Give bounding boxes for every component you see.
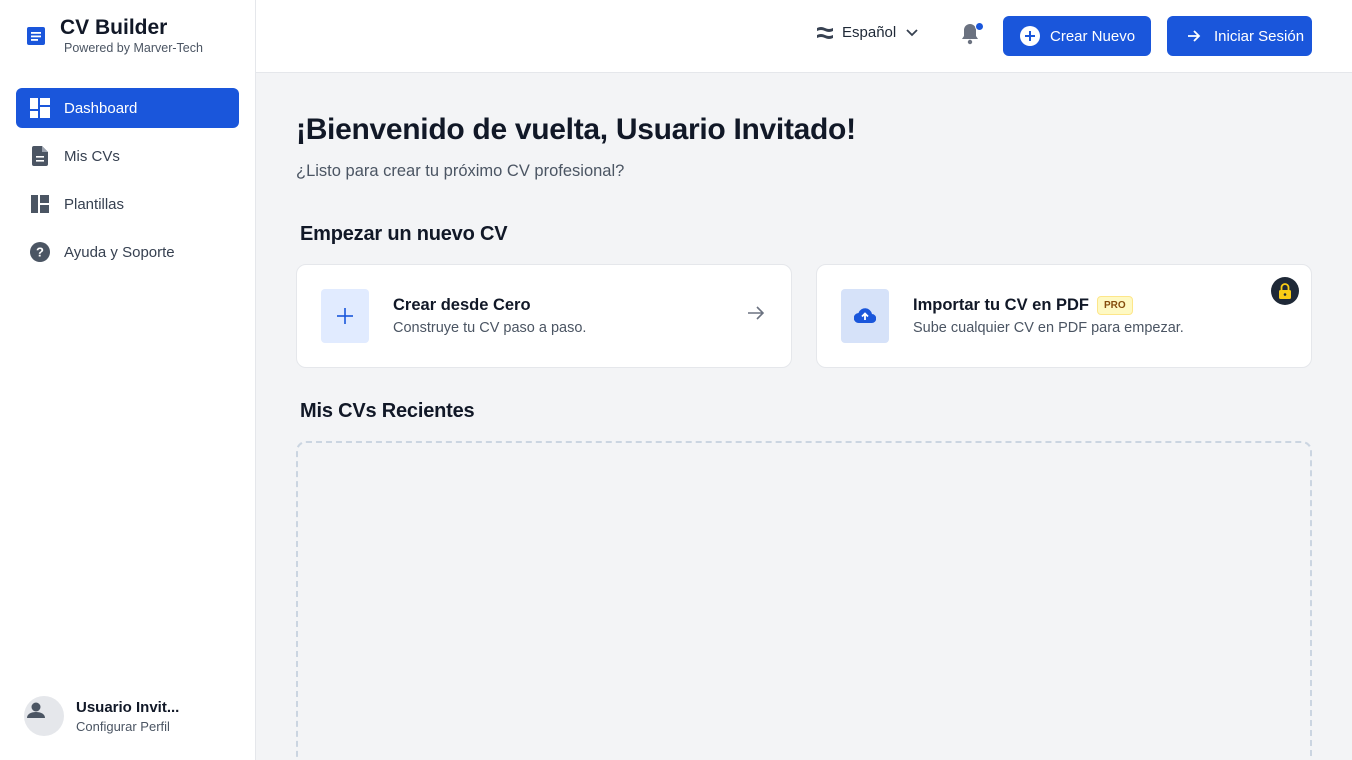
recent-cvs-empty-area — [296, 441, 1312, 760]
arrow-right-icon — [1184, 26, 1204, 46]
sidebar: CV Builder Powered by Marver-Tech Dashbo… — [0, 0, 256, 760]
flag-icon — [816, 26, 834, 40]
login-label: Iniciar Sesión — [1214, 27, 1305, 45]
avatar — [24, 696, 64, 736]
sidebar-item-mis-cvs[interactable]: Mis CVs — [16, 136, 239, 176]
chevron-down-icon — [906, 24, 918, 41]
card-description: Sube cualquier CV en PDF para empezar. — [913, 320, 1184, 336]
card-title: Importar tu CV en PDF — [913, 296, 1090, 314]
sidebar-item-label: Mis CVs — [64, 147, 120, 165]
sidebar-item-ayuda[interactable]: ? Ayuda y Soporte — [16, 232, 239, 272]
notification-dot — [975, 22, 984, 31]
language-selector[interactable]: Español — [816, 24, 918, 41]
pro-badge: PRO — [1097, 296, 1133, 315]
plus-circle-icon — [1020, 26, 1040, 46]
document-logo-icon — [24, 24, 48, 48]
create-from-scratch-card[interactable]: Crear desde Cero Construye tu CV paso a … — [296, 264, 792, 368]
sidebar-item-plantillas[interactable]: Plantillas — [16, 184, 239, 224]
card-title: Crear desde Cero — [393, 296, 531, 314]
configure-profile-link[interactable]: Configurar Perfil — [76, 719, 180, 734]
help-circle-icon: ? — [28, 240, 52, 264]
start-section-title: Empezar un nuevo CV — [300, 223, 508, 245]
language-label: Español — [842, 24, 897, 41]
recent-section-title: Mis CVs Recientes — [300, 400, 475, 422]
layout-template-icon — [28, 192, 52, 216]
dashboard-grid-icon — [28, 96, 52, 120]
create-new-button[interactable]: Crear Nuevo — [1003, 16, 1151, 56]
sidebar-item-dashboard[interactable]: Dashboard — [16, 88, 239, 128]
top-header: Español Crear Nuevo Iniciar Sesión — [256, 0, 1352, 73]
cloud-upload-icon — [841, 289, 889, 343]
sidebar-item-label: Plantillas — [64, 195, 125, 213]
main-content: ¡Bienvenido de vuelta, Usuario Invitado!… — [256, 73, 1352, 760]
user-profile[interactable]: Usuario Invit... Configurar Perfil — [24, 696, 180, 736]
sidebar-nav: Dashboard Mis CVs Plantillas ? Ayuda y S… — [16, 88, 239, 280]
notifications-button[interactable] — [960, 22, 984, 48]
create-new-label: Crear Nuevo — [1050, 27, 1136, 45]
sidebar-item-label: Dashboard — [64, 99, 138, 117]
document-icon — [28, 144, 52, 168]
brand[interactable]: CV Builder Powered by Marver-Tech — [24, 16, 203, 55]
svg-text:?: ? — [36, 245, 44, 260]
import-pdf-card[interactable]: Importar tu CV en PDF PRO Sube cualquier… — [816, 264, 1312, 368]
user-name: Usuario Invit... — [76, 698, 180, 716]
sidebar-item-label: Ayuda y Soporte — [64, 243, 175, 261]
lock-icon — [1271, 277, 1299, 305]
arrow-right-icon — [747, 305, 765, 326]
page-title: ¡Bienvenido de vuelta, Usuario Invitado! — [296, 113, 856, 146]
page-subtitle: ¿Listo para crear tu próximo CV profesio… — [296, 162, 625, 180]
app-subtitle: Powered by Marver-Tech — [64, 41, 203, 55]
plus-icon — [321, 289, 369, 343]
app-title: CV Builder — [60, 16, 168, 39]
login-button[interactable]: Iniciar Sesión — [1167, 16, 1312, 56]
card-description: Construye tu CV paso a paso. — [393, 320, 587, 336]
user-icon — [27, 702, 45, 718]
